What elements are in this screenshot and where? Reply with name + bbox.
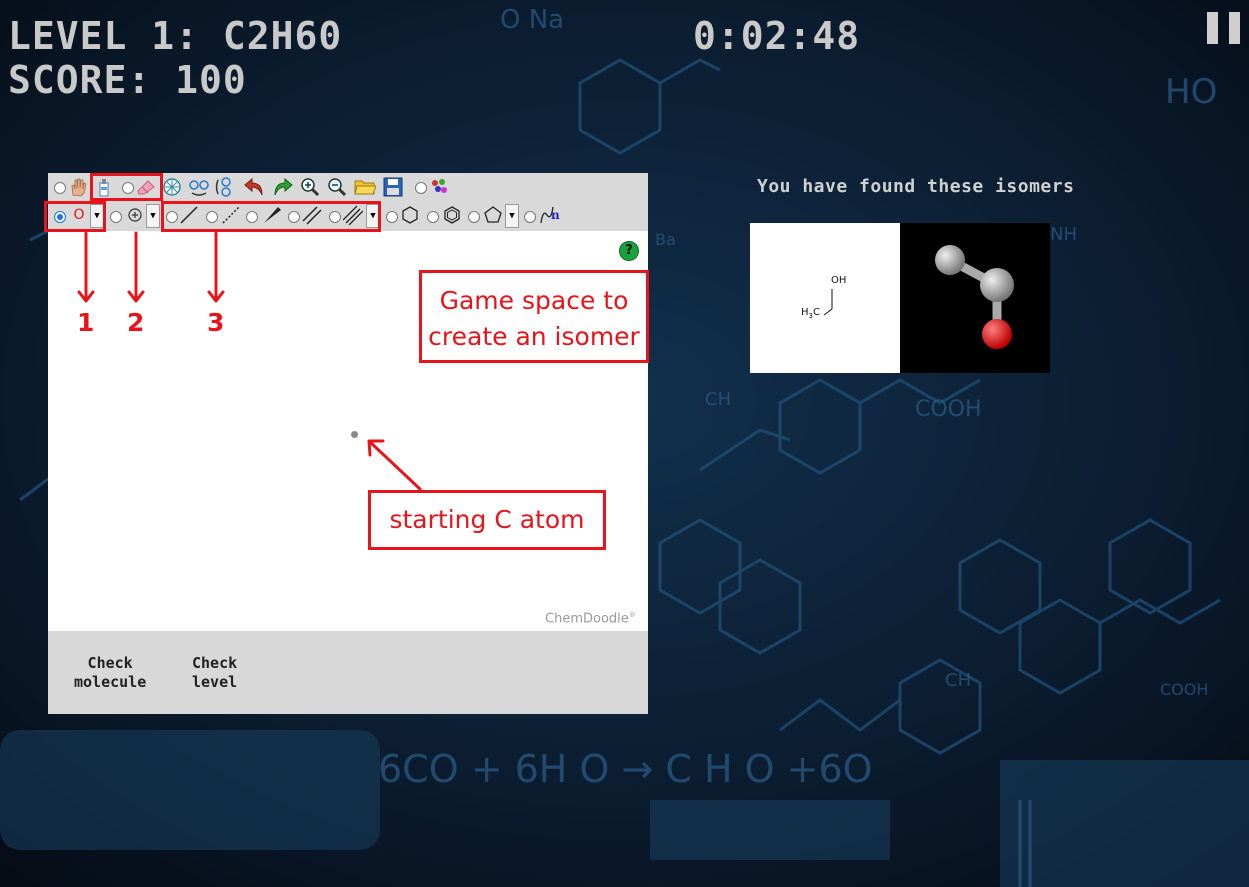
chain-label: n xyxy=(551,208,560,222)
watermark-text: ChemDoodle xyxy=(545,611,629,627)
undo-icon[interactable] xyxy=(244,176,266,198)
benzene-radio[interactable] xyxy=(427,211,439,223)
redo-icon[interactable] xyxy=(271,176,293,198)
svg-text:HO: HO xyxy=(1165,72,1217,112)
svg-text:O Na: O Na xyxy=(500,5,564,35)
editor-footer: Check molecule Check level xyxy=(48,631,648,714)
check-molecule-button[interactable]: Check molecule xyxy=(74,654,146,692)
clear-icon[interactable] xyxy=(161,176,183,198)
templates-icon[interactable] xyxy=(428,176,450,198)
chemdoodle-editor: O ▼ ▼ ▼ ▼ n ? ChemDoodle® Check molecule… xyxy=(48,173,648,714)
cyclopentane-icon[interactable] xyxy=(482,204,504,226)
cyclohexane-radio[interactable] xyxy=(386,211,398,223)
oh-label: OH xyxy=(831,275,847,286)
svg-text:NH: NH xyxy=(1050,224,1077,245)
watermark-registered: ® xyxy=(628,611,636,619)
score-display: SCORE: 100 xyxy=(8,58,247,102)
hand-icon[interactable] xyxy=(67,176,89,198)
annotation-number-3: 3 xyxy=(207,308,225,337)
isomer-2d-structure: OH H3C xyxy=(750,223,900,373)
starting-atom-annotation: starting C atom xyxy=(368,490,606,550)
isomer-3d-model xyxy=(900,223,1050,373)
eraser-highlight-box xyxy=(90,173,163,201)
cyclohexane-icon[interactable] xyxy=(399,204,421,226)
pause-icon-bar xyxy=(1229,12,1240,44)
pause-button[interactable] xyxy=(1207,12,1241,44)
svg-text:CH: CH xyxy=(945,670,971,691)
check-level-button[interactable]: Check level xyxy=(192,654,237,692)
pause-icon xyxy=(1207,12,1218,44)
hand-tool-radio[interactable] xyxy=(54,182,66,194)
found-isomers-title: You have found these isomers xyxy=(757,176,1075,197)
flip-vertical-icon[interactable] xyxy=(215,176,237,198)
level-title: LEVEL 1: C2H60 xyxy=(8,14,343,58)
open-folder-icon[interactable] xyxy=(354,176,376,198)
charge-tool-radio[interactable] xyxy=(110,211,122,223)
annotation-number-2: 2 xyxy=(127,308,145,337)
save-icon[interactable] xyxy=(382,176,404,198)
atom-highlight-box xyxy=(44,201,106,232)
ch3-label: H3C xyxy=(801,307,820,320)
svg-text:COOH: COOH xyxy=(915,397,982,422)
timer-display: 0:02:48 xyxy=(693,14,861,58)
ch3-c: C xyxy=(813,307,820,318)
zoom-out-icon[interactable] xyxy=(326,176,348,198)
charge-plus-icon[interactable] xyxy=(124,204,146,226)
zoom-in-icon[interactable] xyxy=(299,176,321,198)
svg-text:COOH: COOH xyxy=(1160,680,1208,699)
charge-dropdown[interactable]: ▼ xyxy=(146,204,160,228)
svg-text:6CO + 6H O → C H O +6O: 6CO + 6H O → C H O +6O xyxy=(378,747,873,791)
chemdoodle-watermark: ChemDoodle® xyxy=(545,611,636,626)
flip-horizontal-icon[interactable] xyxy=(188,176,210,198)
starting-carbon-atom[interactable] xyxy=(351,431,358,438)
chain-tool-radio[interactable] xyxy=(524,211,536,223)
ring-dropdown[interactable]: ▼ xyxy=(505,204,519,228)
svg-text:Ba: Ba xyxy=(655,230,676,249)
benzene-icon[interactable] xyxy=(441,204,463,226)
help-icon[interactable]: ? xyxy=(619,241,639,261)
game-space-annotation: Game space to create an isomer xyxy=(419,270,649,363)
annotation-number-1: 1 xyxy=(77,308,95,337)
templates-tool-radio[interactable] xyxy=(415,182,427,194)
ethanol-ball-and-stick xyxy=(935,245,1014,349)
bond-highlight-box xyxy=(161,201,381,232)
ch3-h: H xyxy=(801,307,809,318)
svg-text:CH: CH xyxy=(705,389,731,410)
ethanol-skeletal-formula xyxy=(823,289,833,316)
cyclopentane-radio[interactable] xyxy=(468,211,480,223)
